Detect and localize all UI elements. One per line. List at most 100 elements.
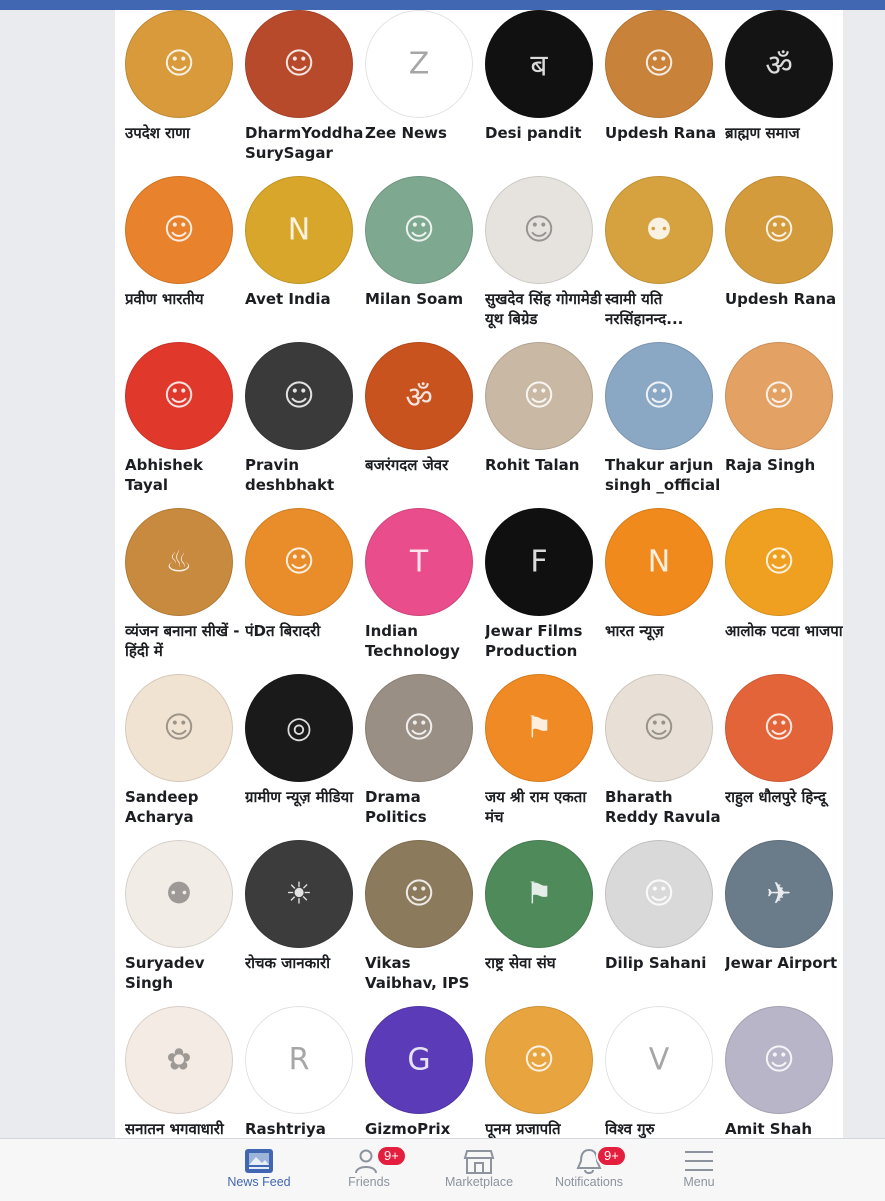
page-card[interactable]: ॐ ब्राह्मण समाज bbox=[725, 10, 843, 176]
page-avatar[interactable]: ✈ bbox=[725, 840, 833, 948]
page-card[interactable]: ◎ ग्रामीण न्यूज़ मीडिया bbox=[245, 674, 365, 840]
page-name[interactable]: GizmoPrix bbox=[365, 1119, 483, 1138]
page-name[interactable]: Zee News bbox=[365, 123, 483, 143]
page-name[interactable]: जय श्री राम एकता मंच bbox=[485, 787, 603, 827]
tab-notifications[interactable]: 9+ Notifications bbox=[534, 1139, 644, 1201]
page-card[interactable]: ☺ Updesh Rana bbox=[605, 10, 725, 176]
page-avatar[interactable]: ब bbox=[485, 10, 593, 118]
page-name[interactable]: Indian Technology bbox=[365, 621, 483, 661]
page-name[interactable]: सनातन भगवाधारी bbox=[125, 1119, 243, 1138]
page-card[interactable]: ☺ Raja Singh bbox=[725, 342, 843, 508]
page-avatar[interactable]: ✿ bbox=[125, 1006, 233, 1114]
page-avatar[interactable]: ⚉ bbox=[605, 176, 713, 284]
page-avatar[interactable]: ☺ bbox=[605, 342, 713, 450]
page-avatar[interactable]: F bbox=[485, 508, 593, 616]
page-card[interactable]: ♨ व्यंजन बनाना सीखें - हिंदी में bbox=[125, 508, 245, 674]
page-avatar[interactable]: ☺ bbox=[605, 10, 713, 118]
page-card[interactable]: ✈ Jewar Airport bbox=[725, 840, 843, 1006]
page-avatar[interactable]: ☺ bbox=[125, 10, 233, 118]
page-card[interactable]: ☺ Abhishek Tayal bbox=[125, 342, 245, 508]
page-card[interactable]: T Indian Technology bbox=[365, 508, 485, 674]
page-card[interactable]: ☺ Pravin deshbhakt bbox=[245, 342, 365, 508]
page-name[interactable]: राष्ट्र सेवा संघ bbox=[485, 953, 603, 973]
page-name[interactable]: स्वामी यति नरसिंहानन्द... bbox=[605, 289, 723, 329]
page-avatar[interactable]: ☺ bbox=[605, 674, 713, 782]
page-card[interactable]: ☺ सुखदेव सिंह गोगामेडी यूथ बिग्रेड bbox=[485, 176, 605, 342]
page-name[interactable]: पंDत बिरादरी bbox=[245, 621, 363, 641]
page-avatar[interactable]: ॐ bbox=[725, 10, 833, 118]
page-name[interactable]: Milan Soam bbox=[365, 289, 483, 309]
page-name[interactable]: Raja Singh bbox=[725, 455, 843, 475]
page-card[interactable]: ☺ पूनम प्रजापति bbox=[485, 1006, 605, 1138]
page-card[interactable]: ☺ Dilip Sahani bbox=[605, 840, 725, 1006]
page-card[interactable]: ⚉ स्वामी यति नरसिंहानन्द... bbox=[605, 176, 725, 342]
page-avatar[interactable]: ☺ bbox=[125, 674, 233, 782]
page-card[interactable]: ☺ Thakur arjun singh _official bbox=[605, 342, 725, 508]
page-card[interactable]: ☺ Drama Politics bbox=[365, 674, 485, 840]
page-name[interactable]: Updesh Rana bbox=[605, 123, 723, 143]
page-name[interactable]: Thakur arjun singh _official bbox=[605, 455, 723, 495]
page-card[interactable]: ☺ Vikas Vaibhav, IPS bbox=[365, 840, 485, 1006]
page-avatar[interactable]: V bbox=[605, 1006, 713, 1114]
page-avatar[interactable]: ☺ bbox=[125, 176, 233, 284]
page-avatar[interactable]: G bbox=[365, 1006, 473, 1114]
page-card[interactable]: ☺ Amit Shah bbox=[725, 1006, 843, 1138]
page-card[interactable]: ☺ Updesh Rana bbox=[725, 176, 843, 342]
page-avatar[interactable]: ☺ bbox=[365, 840, 473, 948]
page-card[interactable]: V विश्व गुरु bbox=[605, 1006, 725, 1138]
tab-friends[interactable]: 9+ Friends bbox=[314, 1139, 424, 1201]
page-name[interactable]: Dilip Sahani bbox=[605, 953, 723, 973]
tab-menu[interactable]: Menu bbox=[644, 1139, 754, 1201]
page-avatar[interactable]: ☺ bbox=[725, 508, 833, 616]
page-avatar[interactable]: ♨ bbox=[125, 508, 233, 616]
page-card[interactable]: ⚉ Suryadev Singh bbox=[125, 840, 245, 1006]
page-name[interactable]: Suryadev Singh bbox=[125, 953, 243, 993]
page-card[interactable]: ☺ पंDत बिरादरी bbox=[245, 508, 365, 674]
page-name[interactable]: Abhishek Tayal bbox=[125, 455, 243, 495]
page-card[interactable]: ☺ आलोक पटवा भाजपा bbox=[725, 508, 843, 674]
page-card[interactable]: ☺ प्रवीण भारतीय bbox=[125, 176, 245, 342]
page-name[interactable]: पूनम प्रजापति bbox=[485, 1119, 603, 1138]
page-name[interactable]: रोचक जानकारी bbox=[245, 953, 363, 973]
page-card[interactable]: ब Desi pandit bbox=[485, 10, 605, 176]
page-name[interactable]: प्रवीण भारतीय bbox=[125, 289, 243, 309]
page-avatar[interactable]: ⚉ bbox=[125, 840, 233, 948]
page-name[interactable]: राहुल धौलपुरे हिन्दू bbox=[725, 787, 843, 807]
page-card[interactable]: G GizmoPrix bbox=[365, 1006, 485, 1138]
page-avatar[interactable]: ☺ bbox=[725, 1006, 833, 1114]
page-card[interactable]: R Rashtriya bbox=[245, 1006, 365, 1138]
page-name[interactable]: Sandeep Acharya bbox=[125, 787, 243, 827]
page-name[interactable]: Amit Shah bbox=[725, 1119, 843, 1138]
page-name[interactable]: Rashtriya bbox=[245, 1119, 363, 1138]
page-avatar[interactable]: N bbox=[605, 508, 713, 616]
page-name[interactable]: व्यंजन बनाना सीखें - हिंदी में bbox=[125, 621, 243, 661]
page-card[interactable]: ✿ सनातन भगवाधारी bbox=[125, 1006, 245, 1138]
page-avatar[interactable]: ⚑ bbox=[485, 674, 593, 782]
page-card[interactable]: ☺ राहुल धौलपुरे हिन्दू bbox=[725, 674, 843, 840]
page-name[interactable]: Jewar Airport bbox=[725, 953, 843, 973]
page-name[interactable]: भारत न्यूज़ bbox=[605, 621, 723, 641]
page-name[interactable]: ग्रामीण न्यूज़ मीडिया bbox=[245, 787, 363, 807]
page-name[interactable]: Avet India bbox=[245, 289, 363, 309]
tab-marketplace[interactable]: Marketplace bbox=[424, 1139, 534, 1201]
page-avatar[interactable]: ☺ bbox=[365, 176, 473, 284]
page-name[interactable]: Bharath Reddy Ravula bbox=[605, 787, 723, 827]
page-avatar[interactable]: ⚑ bbox=[485, 840, 593, 948]
page-card[interactable]: ॐ बजरंगदल जेवर bbox=[365, 342, 485, 508]
page-name[interactable]: सुखदेव सिंह गोगामेडी यूथ बिग्रेड bbox=[485, 289, 603, 329]
page-avatar[interactable]: Z bbox=[365, 10, 473, 118]
page-name[interactable]: Vikas Vaibhav, IPS bbox=[365, 953, 483, 993]
page-name[interactable]: Drama Politics bbox=[365, 787, 483, 827]
page-card[interactable]: ⚑ जय श्री राम एकता मंच bbox=[485, 674, 605, 840]
page-name[interactable]: आलोक पटवा भाजपा bbox=[725, 621, 843, 641]
page-card[interactable]: F Jewar Films Production bbox=[485, 508, 605, 674]
page-card[interactable]: ☺ Rohit Talan bbox=[485, 342, 605, 508]
page-card[interactable]: N भारत न्यूज़ bbox=[605, 508, 725, 674]
page-name[interactable]: DharmYoddha SurySagar सू... bbox=[245, 123, 363, 163]
page-avatar[interactable]: ☺ bbox=[125, 342, 233, 450]
page-name[interactable]: Rohit Talan bbox=[485, 455, 603, 475]
page-card[interactable]: N Avet India bbox=[245, 176, 365, 342]
page-card[interactable]: ⚑ राष्ट्र सेवा संघ bbox=[485, 840, 605, 1006]
page-name[interactable]: Pravin deshbhakt bbox=[245, 455, 363, 495]
page-avatar[interactable]: ☺ bbox=[485, 342, 593, 450]
